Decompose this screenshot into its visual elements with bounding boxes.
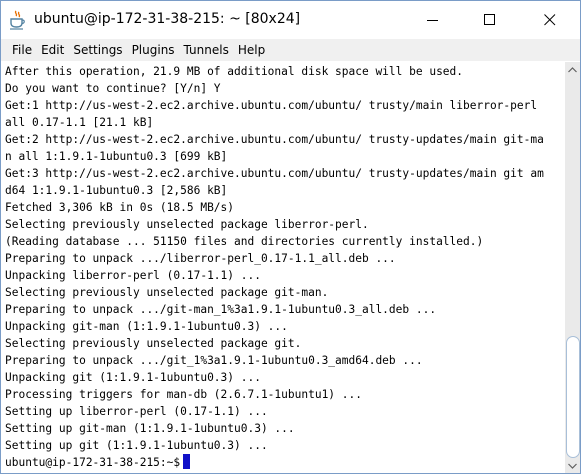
terminal-line: Fetched 3,306 kB in 0s (18.5 MB/s) xyxy=(5,201,235,214)
terminal-line: Setting up git (1:1.9.1-1ubuntu0.3) ... xyxy=(5,439,268,452)
terminal-line: all 0.17-1.1 [21.1 kB] xyxy=(5,116,154,129)
terminal-line: Selecting previously unselected package … xyxy=(5,218,369,231)
terminal-line: Preparing to unpack .../git_1%3a1.9.1-1u… xyxy=(5,354,423,367)
terminal-line: Selecting previously unselected package … xyxy=(5,337,302,350)
vertical-scrollbar[interactable] xyxy=(565,62,580,473)
maximize-button[interactable] xyxy=(467,1,513,39)
terminal-line: Processing triggers for man-db (2.6.7.1-… xyxy=(5,388,362,401)
close-button[interactable] xyxy=(527,1,573,39)
java-coffee-cup-icon xyxy=(9,10,25,30)
terminal-line: Setting up liberror-perl (0.17-1.1) ... xyxy=(5,405,268,418)
terminal-line: Unpacking git (1:1.9.1-1ubuntu0.3) ... xyxy=(5,371,261,384)
terminal-line: Get:2 http://us-west-2.ec2.archive.ubunt… xyxy=(5,133,544,146)
close-icon xyxy=(544,14,556,26)
terminal-output[interactable]: After this operation, 21.9 MB of additio… xyxy=(2,62,564,473)
text-cursor xyxy=(183,454,191,469)
menu-plugins[interactable]: Plugins xyxy=(129,43,178,57)
window-title: ubuntu@ip-172-31-38-215: ~ [80x24] xyxy=(34,11,301,27)
chevron-up-icon xyxy=(568,66,577,72)
shell-prompt: ubuntu@ip-172-31-38-215:~$ xyxy=(5,456,181,469)
menu-settings[interactable]: Settings xyxy=(70,43,125,57)
menu-help[interactable]: Help xyxy=(235,43,268,57)
menu-bar: File Edit Settings Plugins Tunnels Help xyxy=(1,39,580,61)
scroll-up-button[interactable] xyxy=(565,62,580,77)
terminal-line: Do you want to continue? [Y/n] Y xyxy=(5,82,221,95)
scroll-down-button[interactable] xyxy=(565,458,580,473)
terminal-line: Unpacking liberror-perl (0.17-1.1) ... xyxy=(5,269,261,282)
terminal-line: Get:1 http://us-west-2.ec2.archive.ubunt… xyxy=(5,99,538,112)
terminal-line: Unpacking git-man (1:1.9.1-1ubuntu0.3) .… xyxy=(5,320,288,333)
terminal-line: Preparing to unpack .../liberror-perl_0.… xyxy=(5,252,396,265)
terminal-line: (Reading database ... 51150 files and di… xyxy=(5,235,484,248)
terminal-prompt-line[interactable]: ubuntu@ip-172-31-38-215:~$ xyxy=(5,454,191,471)
terminal-line: d64 1:1.9.1-1ubuntu0.3 [2,586 kB] xyxy=(5,184,228,197)
terminal-line: n all 1:1.9.1-1ubuntu0.3 [699 kB] xyxy=(5,150,228,163)
minimize-button[interactable] xyxy=(410,1,456,39)
scrollbar-thumb[interactable] xyxy=(566,336,580,458)
minimize-icon xyxy=(427,20,438,21)
title-bar[interactable]: ubuntu@ip-172-31-38-215: ~ [80x24] xyxy=(1,1,580,39)
terminal-line: Setting up git-man (1:1.9.1-1ubuntu0.3) … xyxy=(5,422,295,435)
menu-edit[interactable]: Edit xyxy=(38,43,67,57)
maximize-icon xyxy=(484,14,495,25)
terminal-line: Preparing to unpack .../git-man_1%3a1.9.… xyxy=(5,303,437,316)
terminal-line: After this operation, 21.9 MB of additio… xyxy=(5,65,464,78)
menu-file[interactable]: File xyxy=(9,43,35,57)
terminal-window: ubuntu@ip-172-31-38-215: ~ [80x24] File … xyxy=(0,0,581,474)
terminal-line: Selecting previously unselected package … xyxy=(5,286,329,299)
terminal-line: Get:3 http://us-west-2.ec2.archive.ubunt… xyxy=(5,167,544,180)
menu-tunnels[interactable]: Tunnels xyxy=(181,43,232,57)
chevron-down-icon xyxy=(568,463,577,469)
